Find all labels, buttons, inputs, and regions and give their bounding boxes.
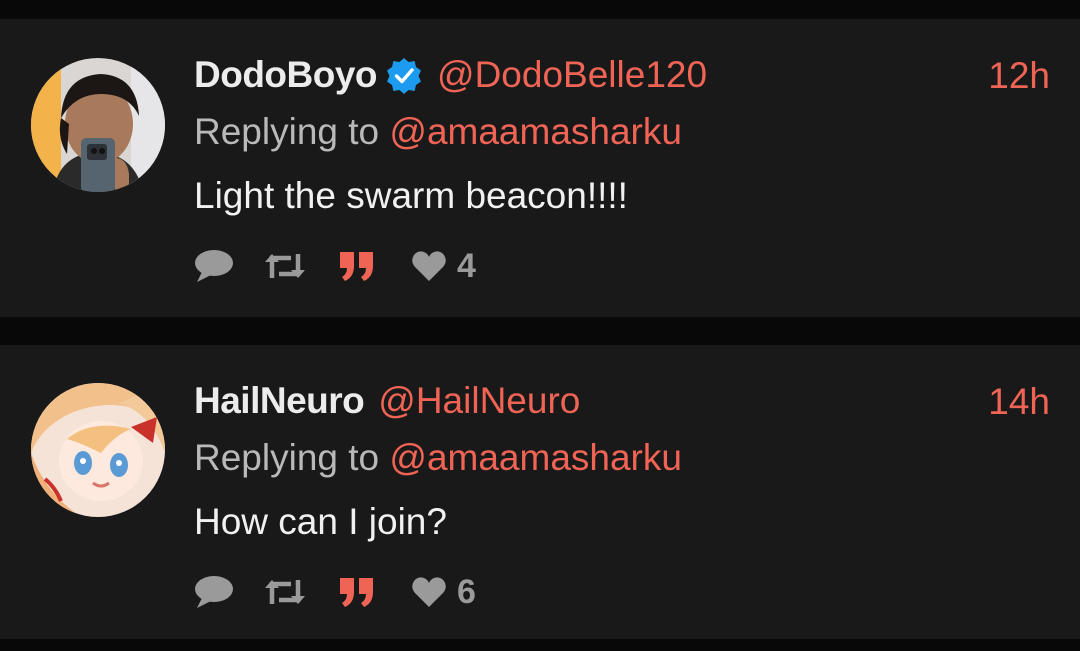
avatar[interactable] (31, 58, 165, 192)
quote-button[interactable] (337, 248, 377, 284)
display-name[interactable]: DodoBoyo (194, 54, 378, 96)
retweet-button[interactable] (263, 250, 307, 282)
like-count: 6 (457, 572, 476, 611)
replying-to-mention[interactable]: @amaamasharku (389, 437, 682, 478)
user-handle[interactable]: @DodoBelle120 (437, 54, 707, 96)
like-button[interactable]: 4 (411, 247, 476, 286)
tweet-card[interactable]: DodoBoyo @DodoBelle120 12h Replying to @… (0, 19, 1080, 317)
like-count: 4 (457, 246, 476, 285)
quote-button[interactable] (337, 574, 377, 610)
retweet-button[interactable] (263, 576, 307, 608)
quote-icon (337, 248, 377, 284)
user-handle[interactable]: @HailNeuro (378, 380, 580, 422)
heart-icon (411, 576, 447, 608)
display-name[interactable]: HailNeuro (194, 380, 365, 422)
tweet-actions: 6 (193, 572, 476, 612)
replying-to-mention[interactable]: @amaamasharku (389, 111, 682, 152)
replying-to-line: Replying to @amaamasharku (194, 437, 682, 479)
replying-to-line: Replying to @amaamasharku (194, 111, 682, 153)
reply-feed: DodoBoyo @DodoBelle120 12h Replying to @… (0, 0, 1080, 651)
replying-to-label: Replying to (194, 437, 380, 478)
reply-button[interactable] (193, 574, 235, 610)
avatar[interactable] (31, 383, 165, 517)
tweet-card[interactable]: HailNeuro @HailNeuro 14h Replying to @am… (0, 345, 1080, 639)
heart-icon (411, 250, 447, 282)
reply-button[interactable] (193, 248, 235, 284)
timestamp[interactable]: 14h (988, 381, 1050, 423)
timestamp[interactable]: 12h (988, 55, 1050, 97)
reply-icon (193, 574, 235, 610)
quote-icon (337, 574, 377, 610)
tweet-text: How can I join? (194, 501, 447, 542)
tweet-header: DodoBoyo @DodoBelle120 (194, 54, 707, 96)
replying-to-label: Replying to (194, 111, 380, 152)
retweet-icon (263, 250, 307, 282)
retweet-icon (263, 576, 307, 608)
verified-badge-icon (385, 56, 423, 94)
tweet-actions: 4 (193, 246, 476, 286)
tweet-header: HailNeuro @HailNeuro (194, 380, 580, 422)
like-button[interactable]: 6 (411, 573, 476, 612)
reply-icon (193, 248, 235, 284)
tweet-text: Light the swarm beacon!!!! (194, 175, 628, 216)
